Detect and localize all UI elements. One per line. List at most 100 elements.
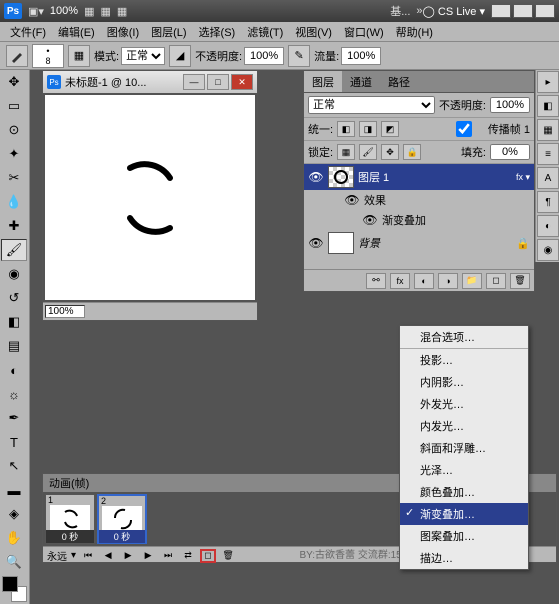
- zoom-display[interactable]: 100%: [50, 5, 78, 17]
- tab-layers[interactable]: 图层: [304, 71, 342, 92]
- anim-frame[interactable]: 1 0 秒: [45, 494, 95, 544]
- menu-view[interactable]: 视图(V): [289, 22, 338, 42]
- folder-icon[interactable]: 📁: [462, 273, 482, 289]
- visibility-icon[interactable]: 👁: [362, 213, 378, 227]
- menu-help[interactable]: 帮助(H): [390, 22, 439, 42]
- menu-drop-shadow[interactable]: 投影: [400, 349, 528, 371]
- doc-titlebar[interactable]: Ps 未标题-1 @ 10... — □ ✕: [43, 71, 257, 93]
- dodge-tool[interactable]: ☼: [1, 383, 27, 405]
- dock-btn-7[interactable]: ◐: [537, 215, 559, 237]
- tablet-opacity-icon[interactable]: ✎: [288, 45, 310, 67]
- menu-edit[interactable]: 编辑(E): [52, 22, 101, 42]
- frame-time[interactable]: 0 秒: [99, 530, 145, 543]
- menu-blend-options[interactable]: 混合选项: [400, 326, 528, 349]
- dock-btn-3[interactable]: ▦: [537, 119, 559, 141]
- wand-tool[interactable]: ✦: [1, 143, 27, 165]
- unify-style-icon[interactable]: ◩: [381, 121, 399, 137]
- tab-channels[interactable]: 通道: [342, 71, 380, 92]
- layer-effects-row[interactable]: 👁 效果: [304, 190, 534, 210]
- tb-btn2[interactable]: ▦: [100, 5, 110, 18]
- next-frame-icon[interactable]: ▶: [140, 549, 156, 563]
- trash-icon[interactable]: 🗑: [510, 273, 530, 289]
- pen-tool[interactable]: ✒: [1, 407, 27, 429]
- link-icon[interactable]: ⚯: [366, 273, 386, 289]
- menu-stroke[interactable]: 描边: [400, 547, 528, 569]
- layer-name[interactable]: 图层 1: [358, 169, 389, 185]
- mask-icon[interactable]: ◐: [414, 273, 434, 289]
- propagate-checkbox[interactable]: [444, 121, 484, 137]
- doc-zoom-field[interactable]: 100%: [45, 305, 85, 318]
- delete-frame-icon[interactable]: 🗑: [220, 549, 236, 563]
- layer-row[interactable]: 👁 图层 1 fx ▾: [304, 164, 534, 190]
- 3d-tool[interactable]: ◈: [1, 503, 27, 525]
- menu-image[interactable]: 图像(I): [101, 22, 145, 42]
- move-tool[interactable]: ✥: [1, 71, 27, 93]
- first-frame-icon[interactable]: ⏮: [80, 549, 96, 563]
- tool-preset-icon[interactable]: [6, 45, 28, 67]
- anim-frame[interactable]: 2 0 秒: [97, 494, 147, 544]
- gradient-tool[interactable]: ▤: [1, 335, 27, 357]
- menu-outer-glow[interactable]: 外发光: [400, 393, 528, 415]
- play-icon[interactable]: ▶: [120, 549, 136, 563]
- layer-thumb[interactable]: [328, 232, 354, 254]
- dock-btn-6[interactable]: ¶: [537, 191, 559, 213]
- tb-dropdown-icon[interactable]: ▣▾: [28, 5, 44, 18]
- lasso-tool[interactable]: ⊙: [1, 119, 27, 141]
- menu-satin[interactable]: 光泽: [400, 459, 528, 481]
- fx-badge[interactable]: fx ▾: [516, 172, 530, 183]
- last-frame-icon[interactable]: ⏭: [160, 549, 176, 563]
- tab-paths[interactable]: 路径: [380, 71, 418, 92]
- menu-inner-shadow[interactable]: 内阴影: [400, 371, 528, 393]
- tb-btn3[interactable]: ▦: [117, 5, 127, 18]
- dock-btn-1[interactable]: ▸: [537, 71, 559, 93]
- menu-bevel[interactable]: 斜面和浮雕: [400, 437, 528, 459]
- history-tool[interactable]: ↺: [1, 287, 27, 309]
- blend-mode-select[interactable]: 正常: [121, 47, 165, 65]
- workspace-label[interactable]: 基...: [390, 3, 410, 19]
- dock-btn-8[interactable]: ◉: [537, 239, 559, 261]
- loop-select[interactable]: 永远: [47, 548, 67, 563]
- layer-opacity-input[interactable]: [490, 97, 530, 113]
- fill-input[interactable]: [490, 144, 530, 160]
- menu-gradient-overlay[interactable]: 渐变叠加: [400, 503, 528, 525]
- layer-blend-select[interactable]: 正常: [308, 96, 435, 114]
- crop-tool[interactable]: ✂: [1, 167, 27, 189]
- hand-tool[interactable]: ✋: [1, 527, 27, 549]
- canvas[interactable]: [45, 95, 255, 300]
- lock-pixels-icon[interactable]: 🖌: [359, 144, 377, 160]
- visibility-icon[interactable]: 👁: [308, 170, 324, 184]
- menu-layer[interactable]: 图层(L): [145, 22, 192, 42]
- text-tool[interactable]: T: [1, 431, 27, 453]
- duplicate-frame-icon[interactable]: ◻: [200, 549, 216, 563]
- window-minimize[interactable]: —: [491, 4, 511, 18]
- opt-icon-1[interactable]: ◢: [169, 45, 191, 67]
- dock-btn-5[interactable]: A: [537, 167, 559, 189]
- visibility-icon[interactable]: 👁: [344, 193, 360, 207]
- blur-tool[interactable]: ◐: [1, 359, 27, 381]
- layer-name[interactable]: 背景: [358, 235, 380, 251]
- lock-pos-icon[interactable]: ✥: [381, 144, 399, 160]
- frame-time[interactable]: 0 秒: [46, 530, 94, 543]
- menu-color-overlay[interactable]: 颜色叠加: [400, 481, 528, 503]
- doc-maximize[interactable]: □: [207, 74, 229, 90]
- layer-thumb[interactable]: [328, 166, 354, 188]
- prev-frame-icon[interactable]: ◀: [100, 549, 116, 563]
- unify-position-icon[interactable]: ◧: [337, 121, 355, 137]
- opacity-input[interactable]: [244, 47, 284, 65]
- menu-select[interactable]: 选择(S): [193, 22, 242, 42]
- menu-pattern-overlay[interactable]: 图案叠加: [400, 525, 528, 547]
- layer-row[interactable]: 👁 背景 🔒: [304, 230, 534, 256]
- layer-effect-item[interactable]: 👁 渐变叠加: [304, 210, 534, 230]
- shape-tool[interactable]: ▬: [1, 479, 27, 501]
- doc-close[interactable]: ✕: [231, 74, 253, 90]
- eyedropper-tool[interactable]: 💧: [1, 191, 27, 213]
- marquee-tool[interactable]: ▭: [1, 95, 27, 117]
- stamp-tool[interactable]: ◉: [1, 263, 27, 285]
- fx-icon[interactable]: fx: [390, 273, 410, 289]
- flow-input[interactable]: [341, 47, 381, 65]
- brush-preset-picker[interactable]: •8: [32, 44, 64, 68]
- lock-trans-icon[interactable]: ▦: [337, 144, 355, 160]
- menu-window[interactable]: 窗口(W): [338, 22, 390, 42]
- menu-inner-glow[interactable]: 内发光: [400, 415, 528, 437]
- color-swatch[interactable]: [2, 576, 27, 602]
